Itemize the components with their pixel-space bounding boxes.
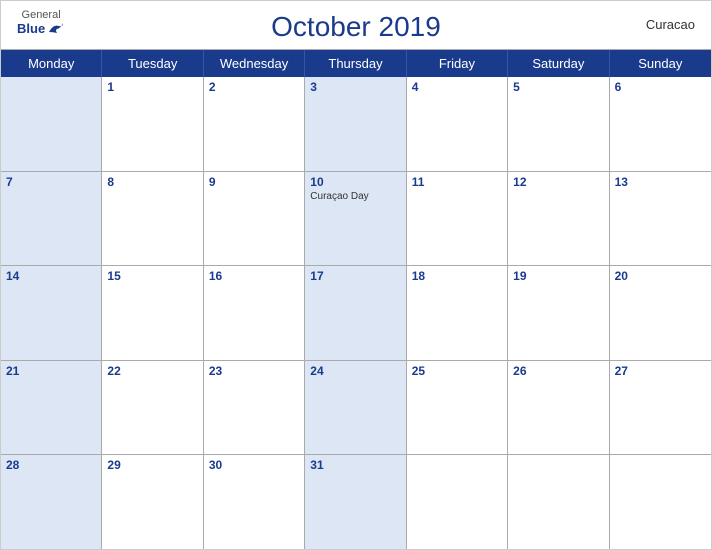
day-number: 17 bbox=[310, 269, 400, 283]
day-number: 8 bbox=[107, 175, 197, 189]
day-cell: 14 bbox=[1, 266, 102, 360]
day-number: 14 bbox=[6, 269, 96, 283]
calendar: General Blue October 2019 Curacao Monday… bbox=[0, 0, 712, 550]
day-cell: 3 bbox=[305, 77, 406, 171]
week-row-1: 123456 bbox=[1, 77, 711, 172]
day-number: 30 bbox=[209, 458, 299, 472]
day-number: 20 bbox=[615, 269, 706, 283]
day-number: 15 bbox=[107, 269, 197, 283]
day-number: 4 bbox=[412, 80, 502, 94]
day-cell: 30 bbox=[204, 455, 305, 549]
day-number: 26 bbox=[513, 364, 603, 378]
week-row-5: 28 29 30 31 bbox=[1, 455, 711, 549]
day-header-sunday: Sunday bbox=[610, 50, 711, 77]
day-number: 5 bbox=[513, 80, 603, 94]
day-number: 23 bbox=[209, 364, 299, 378]
day-cell: 29 bbox=[102, 455, 203, 549]
day-number: 11 bbox=[412, 175, 502, 189]
day-number: 7 bbox=[6, 175, 96, 189]
day-cell: 19 bbox=[508, 266, 609, 360]
day-cell: 27 bbox=[610, 361, 711, 455]
event-label: Curaçao Day bbox=[310, 191, 400, 202]
day-cell: 21 bbox=[1, 361, 102, 455]
week-row-2: 789 10 Curaçao Day 11 12 13 bbox=[1, 172, 711, 267]
day-header-monday: Monday bbox=[1, 50, 102, 77]
day-number: 13 bbox=[615, 175, 706, 189]
day-number: 29 bbox=[107, 458, 197, 472]
day-cell: 25 bbox=[407, 361, 508, 455]
calendar-grid: MondayTuesdayWednesdayThursdayFridaySatu… bbox=[1, 49, 711, 549]
day-number: 22 bbox=[107, 364, 197, 378]
day-number: 24 bbox=[310, 364, 400, 378]
calendar-header: General Blue October 2019 Curacao bbox=[1, 1, 711, 49]
day-cell bbox=[508, 455, 609, 549]
day-number: 31 bbox=[310, 458, 400, 472]
day-cell: 9 bbox=[204, 172, 305, 266]
logo-blue: Blue bbox=[17, 21, 65, 36]
day-header-wednesday: Wednesday bbox=[204, 50, 305, 77]
day-header-thursday: Thursday bbox=[305, 50, 406, 77]
logo-bird-icon bbox=[47, 22, 65, 36]
day-number: 10 bbox=[310, 175, 400, 189]
day-cell: 5 bbox=[508, 77, 609, 171]
day-cell: 18 bbox=[407, 266, 508, 360]
day-header-friday: Friday bbox=[407, 50, 508, 77]
day-number: 25 bbox=[412, 364, 502, 378]
day-cell: 28 bbox=[1, 455, 102, 549]
day-number: 3 bbox=[310, 80, 400, 94]
day-cell: 15 bbox=[102, 266, 203, 360]
week-row-4: 21 22 23 24 25 26 27 bbox=[1, 361, 711, 456]
day-cell: 31 bbox=[305, 455, 406, 549]
day-cell: 11 bbox=[407, 172, 508, 266]
day-cell: 6 bbox=[610, 77, 711, 171]
day-cell: 17 bbox=[305, 266, 406, 360]
day-header-saturday: Saturday bbox=[508, 50, 609, 77]
day-cell: 16 bbox=[204, 266, 305, 360]
day-cell: 7 bbox=[1, 172, 102, 266]
weeks-container: 12345678910Curaçao Day111213141516171819… bbox=[1, 77, 711, 549]
day-number: 19 bbox=[513, 269, 603, 283]
day-number: 27 bbox=[615, 364, 706, 378]
day-cell bbox=[1, 77, 102, 171]
day-number: 21 bbox=[6, 364, 96, 378]
day-number: 28 bbox=[6, 458, 96, 472]
day-number: 18 bbox=[412, 269, 502, 283]
country-label: Curacao bbox=[646, 17, 695, 32]
logo-general: General bbox=[22, 9, 61, 21]
month-title: October 2019 bbox=[271, 11, 441, 43]
day-cell: 10 Curaçao Day bbox=[305, 172, 406, 266]
day-number: 16 bbox=[209, 269, 299, 283]
day-number: 2 bbox=[209, 80, 299, 94]
day-cell: 22 bbox=[102, 361, 203, 455]
day-cell: 12 bbox=[508, 172, 609, 266]
day-cell: 20 bbox=[610, 266, 711, 360]
day-cell: 24 bbox=[305, 361, 406, 455]
day-headers: MondayTuesdayWednesdayThursdayFridaySatu… bbox=[1, 50, 711, 77]
day-cell: 2 bbox=[204, 77, 305, 171]
day-cell bbox=[407, 455, 508, 549]
week-row-3: 14 15 16 17 18 19 20 bbox=[1, 266, 711, 361]
day-cell: 1 bbox=[102, 77, 203, 171]
day-cell bbox=[610, 455, 711, 549]
day-cell: 26 bbox=[508, 361, 609, 455]
day-cell: 23 bbox=[204, 361, 305, 455]
day-cell: 13 bbox=[610, 172, 711, 266]
logo: General Blue bbox=[17, 9, 65, 36]
day-cell: 8 bbox=[102, 172, 203, 266]
day-header-tuesday: Tuesday bbox=[102, 50, 203, 77]
day-number: 1 bbox=[107, 80, 197, 94]
day-cell: 4 bbox=[407, 77, 508, 171]
day-number: 9 bbox=[209, 175, 299, 189]
day-number: 6 bbox=[615, 80, 706, 94]
day-number: 12 bbox=[513, 175, 603, 189]
